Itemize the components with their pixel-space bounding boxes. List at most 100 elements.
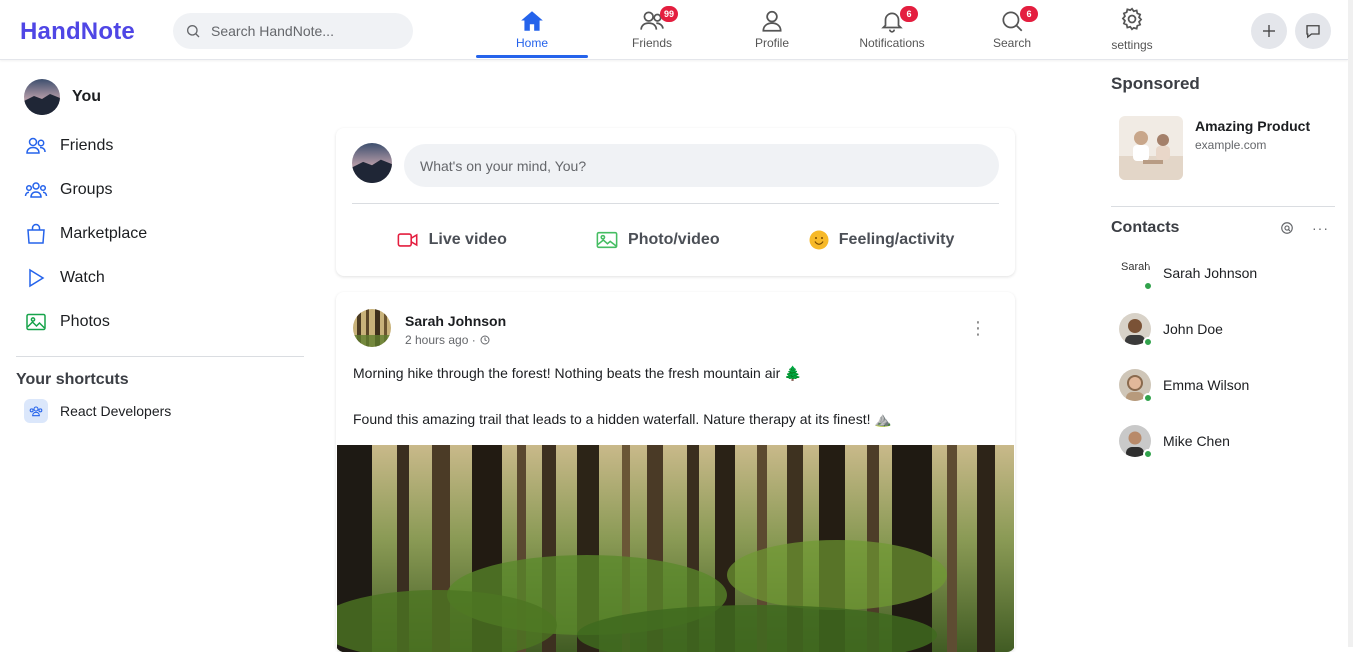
contact-name: Sarah Johnson xyxy=(1163,265,1258,281)
sidebar-item-label: Groups xyxy=(60,181,113,198)
scrollbar[interactable] xyxy=(1348,0,1353,647)
right-sidebar: Sponsored Amazing Product example.com Co… xyxy=(1111,74,1335,469)
contacts-header: Contacts ··· xyxy=(1111,206,1335,237)
post-author-avatar[interactable] xyxy=(353,309,391,347)
image-icon xyxy=(26,313,46,331)
sidebar-item-label: Marketplace xyxy=(60,225,148,242)
plus-icon xyxy=(1263,25,1275,37)
post-time-text: 2 hours ago · xyxy=(405,333,476,347)
nav-search[interactable]: 6 Search xyxy=(952,0,1072,58)
nav-home[interactable]: Home xyxy=(472,0,592,58)
sidebar-item-label: Watch xyxy=(60,269,105,286)
shortcuts-heading: Your shortcuts xyxy=(16,371,129,388)
sidebar-item-label: Photos xyxy=(60,313,110,330)
sidebar-item-marketplace[interactable]: Marketplace xyxy=(16,212,304,256)
contact-name: John Doe xyxy=(1163,321,1223,337)
sponsored-image xyxy=(1119,116,1183,180)
feeling-activity-label: Feeling/activity xyxy=(838,231,955,248)
sidebar-item-friends[interactable]: Friends xyxy=(16,124,304,168)
friends-badge: 99 xyxy=(660,6,678,22)
contacts-heading: Contacts xyxy=(1111,219,1180,236)
sidebar-item-watch[interactable]: Watch xyxy=(16,256,304,300)
messenger-button[interactable] xyxy=(1295,13,1331,49)
shopping-bag-icon xyxy=(27,223,45,244)
feeling-activity-button[interactable]: Feeling/activity xyxy=(809,230,955,250)
contact-avatar: Sarah xyxy=(1119,257,1153,291)
contact-item[interactable]: Mike Chen xyxy=(1111,413,1335,469)
post-author-name[interactable]: Sarah Johnson xyxy=(405,313,506,329)
sponsored-name: Amazing Product xyxy=(1195,118,1311,134)
sidebar-item-profile[interactable]: You xyxy=(16,70,304,124)
nav-friends-label: Friends xyxy=(631,36,672,50)
notifications-badge: 6 xyxy=(900,6,918,22)
composer-actions: Live video Photo/video Feeling/activity xyxy=(352,218,999,262)
live-video-label: Live video xyxy=(428,231,507,248)
search-box[interactable] xyxy=(173,13,413,49)
sidebar-item-label: Friends xyxy=(60,137,114,154)
contact-avatar xyxy=(1119,425,1153,459)
post-text-line: Found this amazing trail that leads to a… xyxy=(353,411,892,427)
post-body: Morning hike through the forest! Nothing… xyxy=(353,364,993,456)
search-icon xyxy=(187,25,200,38)
video-camera-icon xyxy=(397,233,418,247)
live-video-button[interactable]: Live video xyxy=(397,230,507,250)
nav-search-label: Search xyxy=(992,36,1032,50)
home-icon xyxy=(521,11,543,31)
main-nav: Home 99 Friends Profile 6 Notifications … xyxy=(472,0,1192,60)
more-options-icon[interactable]: ··· xyxy=(1312,220,1329,236)
search-badge: 6 xyxy=(1020,6,1038,22)
app-logo[interactable]: HandNote xyxy=(20,18,135,46)
top-navigation-bar: HandNote Home 99 Friends Profile 6 Notif… xyxy=(0,0,1348,60)
sidebar-item-photos[interactable]: Photos xyxy=(16,300,304,344)
sponsored-ad[interactable]: Amazing Product example.com xyxy=(1111,116,1335,180)
photo-video-label: Photo/video xyxy=(628,231,720,248)
sidebar-divider xyxy=(16,356,304,357)
search-input[interactable] xyxy=(211,23,401,39)
nav-settings[interactable]: settings xyxy=(1072,0,1192,58)
online-indicator xyxy=(1143,393,1153,403)
contact-avatar xyxy=(1119,313,1153,347)
contact-item[interactable]: John Doe xyxy=(1111,301,1335,357)
online-indicator xyxy=(1143,449,1153,459)
user-avatar xyxy=(24,79,60,115)
shortcut-react-developers[interactable]: React Developers xyxy=(16,399,304,423)
sidebar-item-groups[interactable]: Groups xyxy=(16,168,304,212)
nav-home-label: Home xyxy=(515,36,548,50)
post-composer: What's on your mind, You? Live video Pho… xyxy=(336,128,1015,276)
post-image[interactable] xyxy=(337,445,1014,652)
create-button[interactable] xyxy=(1251,13,1287,49)
groups-icon xyxy=(24,182,48,198)
gear-icon xyxy=(1121,7,1143,31)
left-sidebar: You Friends Groups Marketplace Watch Pho… xyxy=(16,70,304,423)
search-icon[interactable] xyxy=(1280,221,1294,235)
post-timestamp: 2 hours ago · xyxy=(405,333,490,347)
composer-input[interactable]: What's on your mind, You? xyxy=(404,144,999,187)
online-indicator xyxy=(1143,281,1153,291)
post-text-line: Morning hike through the forest! Nothing… xyxy=(353,365,802,381)
nav-notifications-label: Notifications xyxy=(859,36,925,50)
photo-video-button[interactable]: Photo/video xyxy=(596,230,720,250)
composer-divider xyxy=(352,203,999,204)
nav-profile[interactable]: Profile xyxy=(712,0,832,58)
feed-post: Sarah Johnson 2 hours ago · ⋮ Morning hi… xyxy=(336,292,1015,652)
nav-notifications[interactable]: 6 Notifications xyxy=(832,0,952,58)
group-icon xyxy=(29,406,43,417)
contact-avatar xyxy=(1119,369,1153,404)
chat-bubble-icon xyxy=(1306,25,1320,39)
nav-friends[interactable]: 99 Friends xyxy=(592,0,712,58)
contact-item[interactable]: Sarah Sarah Johnson xyxy=(1111,245,1335,301)
globe-icon xyxy=(480,335,490,345)
contact-item[interactable]: Emma Wilson xyxy=(1111,357,1335,413)
image-icon xyxy=(596,231,618,249)
online-indicator xyxy=(1143,337,1153,347)
shortcut-label: React Developers xyxy=(60,403,172,419)
sidebar-username: You xyxy=(72,88,102,105)
nav-profile-label: Profile xyxy=(754,36,789,50)
contact-name: Emma Wilson xyxy=(1163,377,1250,393)
post-options-icon[interactable]: ⋮ xyxy=(969,318,987,339)
friends-icon xyxy=(26,137,46,154)
smiley-icon xyxy=(809,230,829,250)
user-avatar xyxy=(352,143,392,183)
nav-settings-label: settings xyxy=(1111,38,1153,52)
contact-name: Mike Chen xyxy=(1163,433,1230,449)
